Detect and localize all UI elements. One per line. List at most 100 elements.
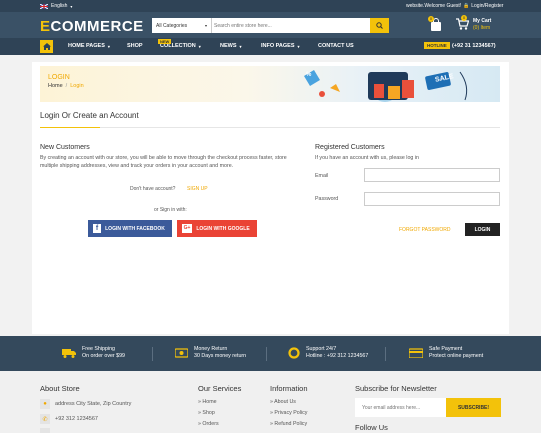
footer-link-orders[interactable]: » Orders [198,421,219,427]
wishlist-button[interactable]: 0 [428,16,442,33]
page-title: LOGIN [48,74,70,81]
service-support: Support 24/7 Hotline : +92 312 1234567 [288,346,368,360]
service-title: Free Shipping [82,346,115,352]
logo-text: COMMERCE [50,18,144,35]
follow-us-title: Follow Us [355,423,388,432]
registered-customers-title: Registered Customers [315,144,385,151]
map-pin-icon: ● [40,399,50,409]
service-title: Money Return [194,346,228,352]
search-bar: All Categories ▾ [152,18,389,33]
breadcrumb-banner: LOGIN Home / Login SALE % [40,66,500,102]
footer-link-about-us[interactable]: » About Us [270,399,296,405]
uk-flag-icon [40,3,48,9]
facebook-login-button[interactable]: f LOGIN WITH FACEBOOK [88,220,172,237]
breadcrumb-home[interactable]: Home [48,83,63,89]
language-label: English [51,3,68,9]
email-field[interactable] [364,168,500,182]
footer-link-privacy[interactable]: » Privacy Policy [270,410,307,416]
nav-item-label: NEWS [220,43,237,49]
footer: About Store ● address City State, Zip Co… [0,371,541,433]
facebook-icon: f [93,224,101,233]
divider [266,347,267,361]
login-button-label: LOGIN [474,226,491,233]
login-register-link[interactable]: 🔒 Login/Register [463,3,503,9]
breadcrumb: Home / Login [48,83,84,89]
footer-link-shop[interactable]: » Shop [198,410,215,416]
facebook-login-label: LOGIN WITH FACEBOOK [105,225,165,232]
nav-item-shop[interactable]: SHOP [127,43,143,49]
nav-item-contact-us[interactable]: CONTACT US [318,43,354,49]
search-button[interactable] [370,18,389,33]
nav-item-info-pages[interactable]: INFO PAGES ▾ [261,43,300,49]
divider [385,347,386,361]
footer-link-label: About Us [274,399,296,405]
category-select-value: All Categories [156,22,188,29]
footer-link-label: Shop [202,410,215,416]
wishlist-count-badge: 0 [428,16,434,22]
new-customers-title: New Customers [40,144,90,151]
logo[interactable]: ECOMMERCE [40,18,144,35]
footer-phone: ✆ +92 312 1234567 [40,414,98,424]
email-label: Email [315,173,329,179]
service-subtitle: 30 Days money return [194,353,247,359]
lock-icon: 🔒 [463,3,470,9]
footer-address: ● address City State, Zip Country [40,399,131,409]
subscribe-button[interactable]: SUBSCRIBE! [446,398,501,417]
service-free-shipping: Free Shipping On order over $99 [62,346,125,360]
home-button[interactable] [40,40,53,53]
footer-link-refund[interactable]: » Refund Policy [270,421,307,427]
footer-link-home[interactable]: » Home [198,399,217,405]
heading-underline [40,127,100,128]
newsletter-title: Subscribe for Newsletter [355,384,437,393]
email-icon [40,428,50,433]
divider [152,347,153,361]
new-customers-text: By creating an account with our store, y… [40,155,287,169]
nav-item-news[interactable]: NEWS ▾ [220,43,242,49]
search-input[interactable] [214,20,364,31]
service-bar: Free Shipping On order over $99 Money Ret… [0,336,541,371]
cart-button[interactable]: 0 [456,15,470,32]
welcome-text: website.Welcome Guest! [406,3,462,9]
section-heading: Login Or Create an Account [40,111,139,120]
newsletter-email-input[interactable] [355,398,446,417]
language-selector[interactable]: English ▾ [40,3,72,9]
nav-item-label: INFO PAGES [261,43,295,49]
google-login-button[interactable]: G+ LOGIN WITH GOOGLE [177,220,257,237]
password-field[interactable] [364,192,500,206]
footer-link-label: Refund Policy [274,421,308,427]
cart-count-badge: 0 [461,15,467,21]
footer-services-title: Our Services [198,384,242,393]
truck-icon [62,349,76,358]
footer-link-label: Orders [202,421,219,427]
no-account-text: Don't have account? [130,186,176,192]
service-subtitle: Hotline : +92 312 1234567 [306,353,369,359]
chevron-down-icon: ▾ [198,43,201,49]
nav-item-home-pages[interactable]: HOME PAGES ▾ [68,43,110,49]
signup-link[interactable]: SIGN UP [187,186,208,192]
hotline-badge: HOTLINE [424,42,450,49]
chevron-down-icon: ▾ [70,3,73,9]
service-title: Support 24/7 [306,346,337,352]
address-text: address City State, Zip Country [55,401,132,407]
footer-link-label: Home [202,399,217,405]
login-button[interactable]: LOGIN [465,223,500,236]
percent-tag: % [306,72,312,78]
cart-summary[interactable]: My Cart (0) Item [473,18,491,32]
cart-items: (0) Item [473,25,491,31]
service-money-return: Money Return 30 Days money return [175,346,246,360]
service-subtitle: On order over $99 [82,353,125,359]
service-title: Safe Payment [429,346,463,352]
card-icon [409,348,423,358]
breadcrumb-separator: / [65,83,68,89]
service-safe-payment: Safe Payment Protect online payment [409,346,483,360]
chevron-down-icon: ▾ [239,43,242,49]
hotline-number[interactable]: (+92 31 1234567) [452,43,496,49]
divider [100,127,500,128]
google-plus-icon: G+ [182,224,192,233]
lifebuoy-icon [288,347,300,359]
new-badge: NEW [158,39,172,44]
forgot-password-link[interactable]: FORGOT PASSWORD [399,227,450,233]
chevron-down-icon: ▾ [107,43,110,49]
chevron-down-icon: ▾ [204,23,207,28]
category-select[interactable]: All Categories ▾ [152,18,212,33]
